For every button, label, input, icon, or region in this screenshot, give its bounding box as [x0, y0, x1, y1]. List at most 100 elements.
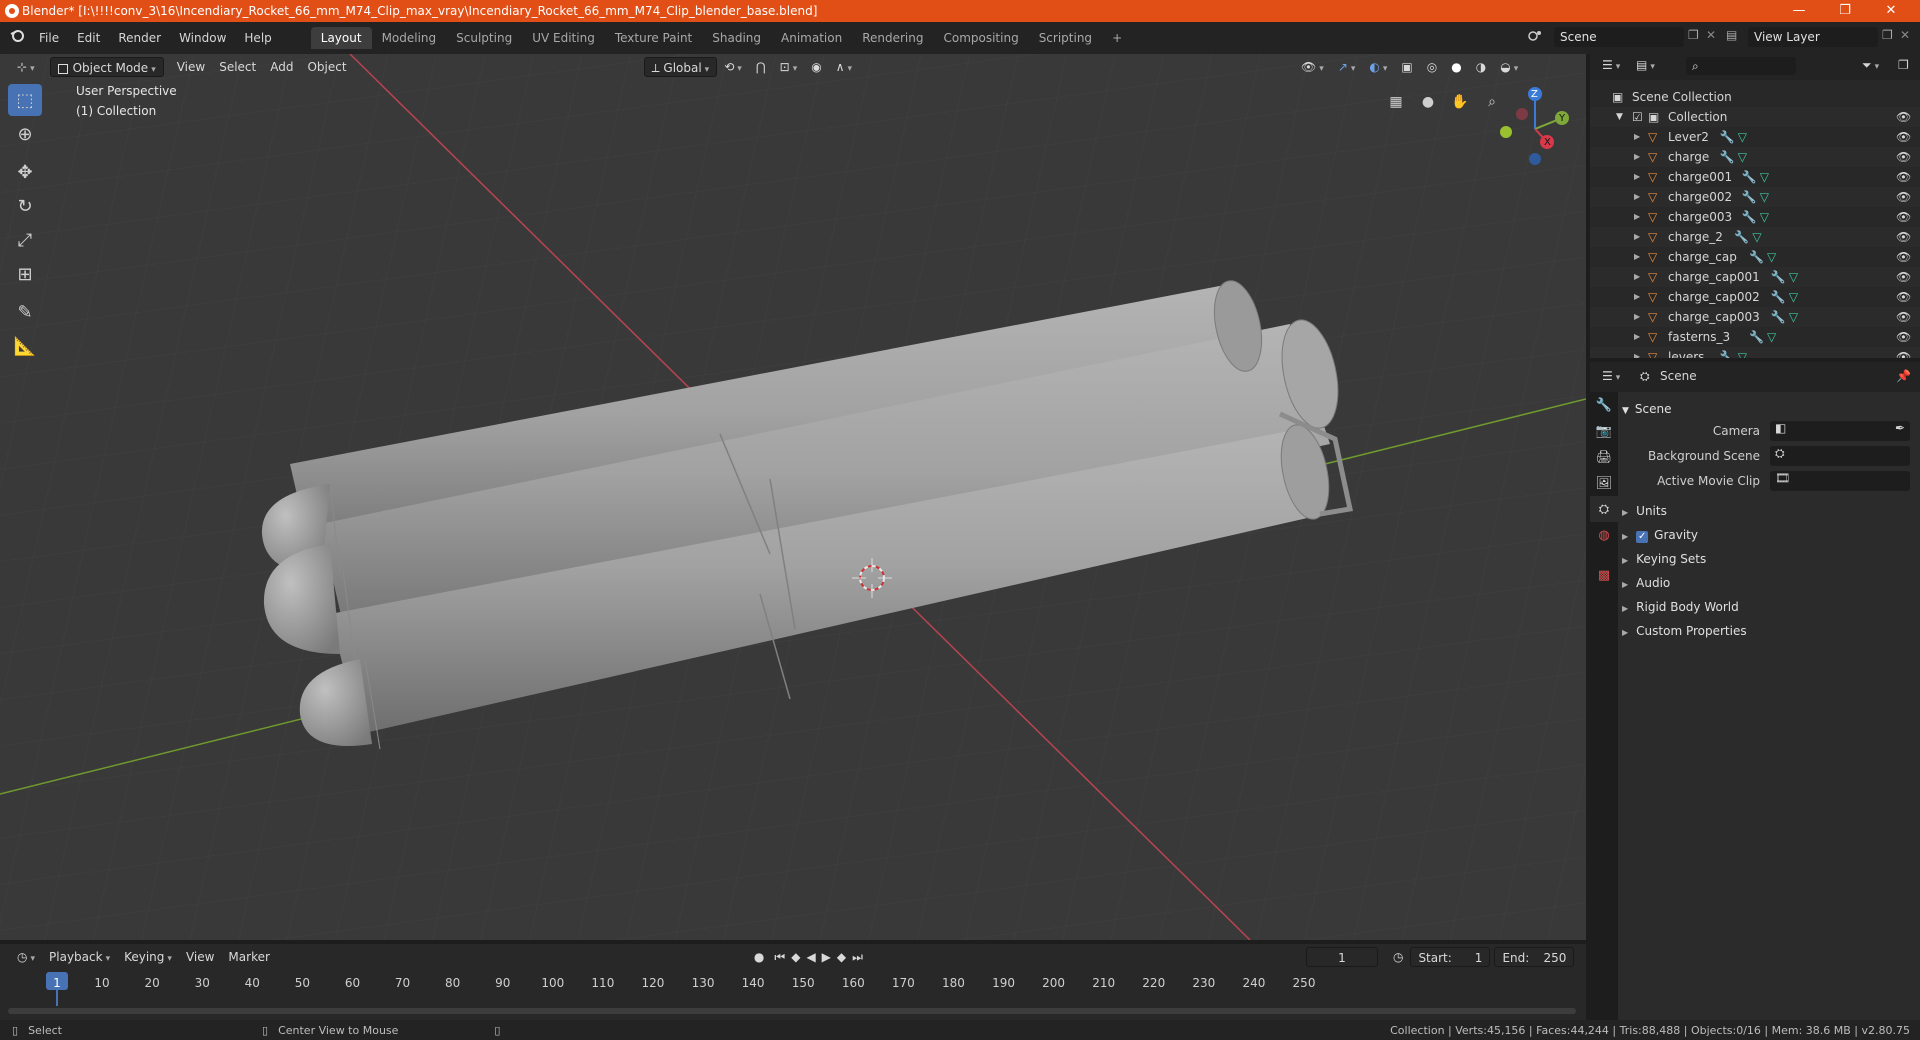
expand-arrow-icon[interactable]: ▶	[1634, 147, 1640, 167]
property-section[interactable]: ▶ Keying Sets	[1622, 548, 1918, 570]
modifier-wrench-icon[interactable]: 🔧	[1771, 267, 1786, 287]
modifier-wrench-icon[interactable]: 🔧	[1771, 287, 1786, 307]
gizmo-toggle-icon[interactable]: ↗ ▾	[1331, 57, 1363, 77]
background-scene-field[interactable]: ⛭	[1770, 446, 1910, 466]
gravity-checkbox[interactable]: ✓	[1636, 531, 1649, 543]
tab-rendering[interactable]: Rendering	[852, 27, 933, 49]
visibility-eye-icon[interactable]: 👁	[1896, 167, 1911, 187]
pan-hand-icon[interactable]: ✋	[1448, 90, 1472, 114]
property-section[interactable]: ▶ Units	[1622, 500, 1918, 522]
play-reverse-icon[interactable]: ◀	[803, 947, 818, 967]
visibility-eye-icon[interactable]: 👁	[1896, 227, 1911, 247]
modifier-wrench-icon[interactable]: 🔧	[1734, 227, 1749, 247]
view-layer-properties-tab-icon[interactable]: 🖼	[1590, 470, 1618, 496]
tab-animation[interactable]: Animation	[771, 27, 852, 49]
tab-layout[interactable]: Layout	[310, 27, 372, 49]
tab-uv-editing[interactable]: UV Editing	[522, 27, 605, 49]
scene-field[interactable]: Scene	[1554, 27, 1684, 47]
eyedropper-icon[interactable]: ✒	[1895, 421, 1905, 435]
expand-arrow-icon[interactable]: ▶	[1634, 307, 1640, 327]
close-button[interactable]: ✕	[1868, 0, 1914, 22]
move-tool-icon[interactable]: ✥	[8, 156, 42, 188]
tab-shading[interactable]: Shading	[702, 27, 771, 49]
modifier-wrench-icon[interactable]: 🔧	[1720, 127, 1735, 147]
camera-view-icon[interactable]: ●	[1416, 90, 1440, 114]
material-shading-icon[interactable]: ◑	[1469, 57, 1493, 77]
tab-scripting[interactable]: Scripting	[1029, 27, 1102, 49]
menu-file[interactable]: File	[30, 27, 68, 49]
properties-editor-type-icon[interactable]: ☰ ▾	[1602, 369, 1620, 383]
mesh-data-icon[interactable]: ▽	[1789, 307, 1798, 327]
menu-help[interactable]: Help	[235, 27, 280, 49]
active-movie-clip-field[interactable]: 🎞	[1770, 471, 1910, 491]
visibility-eye-icon[interactable]: 👁	[1896, 287, 1911, 307]
mesh-data-icon[interactable]: ▽	[1789, 267, 1798, 287]
select-box-tool-icon[interactable]: ⬚	[8, 84, 42, 116]
visibility-eye-icon[interactable]: 👁	[1896, 207, 1911, 227]
tool-properties-tab-icon[interactable]: 🔧	[1590, 392, 1618, 418]
outliner-item[interactable]: ▶ ▽ Lever2 🔧 ▽ 👁	[1590, 127, 1920, 147]
tab-texture-paint[interactable]: Texture Paint	[605, 27, 702, 49]
property-section[interactable]: ▶ ✓ Gravity	[1622, 524, 1918, 546]
proportional-edit-icon[interactable]: ◉	[804, 57, 828, 77]
pin-icon[interactable]: 📌	[1896, 369, 1911, 383]
visibility-eye-icon[interactable]: 👁	[1896, 347, 1911, 358]
wireframe-shading-icon[interactable]: ◎	[1420, 57, 1444, 77]
tab-modeling[interactable]: Modeling	[372, 27, 447, 49]
start-frame-field[interactable]: Start: 1	[1410, 947, 1491, 967]
outliner-item[interactable]: ▶ ▽ levers 🔧 ▽ 👁	[1590, 347, 1920, 358]
prev-keyframe-icon[interactable]: ◆	[788, 947, 803, 967]
measure-tool-icon[interactable]: 📐	[8, 330, 42, 362]
outliner-item[interactable]: ▶ ▽ charge001 🔧 ▽ 👁	[1590, 167, 1920, 187]
xray-icon[interactable]: ▣	[1394, 57, 1419, 77]
modifier-wrench-icon[interactable]: 🔧	[1742, 167, 1757, 187]
minimize-button[interactable]: —	[1776, 0, 1822, 22]
transform-tool-icon[interactable]: ⊞	[8, 258, 42, 290]
viewport-menu-select[interactable]: Select	[212, 57, 263, 77]
mesh-data-icon[interactable]: ▽	[1760, 207, 1769, 227]
next-keyframe-icon[interactable]: ◆	[834, 947, 849, 967]
transform-orientation-dropdown[interactable]: ⟂ Global ▾	[643, 57, 718, 77]
mode-selector[interactable]: Object Mode ▾	[49, 57, 164, 77]
expand-arrow-icon[interactable]: ▶	[1634, 347, 1640, 358]
outliner-item[interactable]: ▶ ▽ charge_cap002 🔧 ▽ 👁	[1590, 287, 1920, 307]
expand-arrow-icon[interactable]: ▶	[1634, 287, 1640, 307]
blender-menu-icon[interactable]	[0, 27, 30, 49]
modifier-wrench-icon[interactable]: 🔧	[1720, 147, 1735, 167]
expand-arrow-icon[interactable]: ▶	[1634, 207, 1640, 227]
visibility-icon[interactable]: 👁 ▾	[1294, 57, 1331, 77]
outliner-item[interactable]: ▶ ▽ fasterns_3 🔧 ▽ 👁	[1590, 327, 1920, 347]
scene-selector-icon[interactable]	[1526, 27, 1546, 47]
visibility-eye-icon[interactable]: 👁	[1896, 307, 1911, 327]
outliner-item[interactable]: ▶ ▽ charge_cap 🔧 ▽ 👁	[1590, 247, 1920, 267]
outliner-item[interactable]: ▶ ▽ charge003 🔧 ▽ 👁	[1590, 207, 1920, 227]
expand-arrow-icon[interactable]: ▶	[1634, 227, 1640, 247]
viewport-menu-view[interactable]: View	[170, 57, 212, 77]
menu-edit[interactable]: Edit	[68, 27, 109, 49]
property-section[interactable]: ▶ Rigid Body World	[1622, 596, 1918, 618]
menu-window[interactable]: Window	[170, 27, 235, 49]
rendered-shading-icon[interactable]: ◒ ▾	[1493, 57, 1525, 77]
world-properties-tab-icon[interactable]: ◍	[1590, 522, 1618, 548]
texture-properties-tab-icon[interactable]: ▩	[1590, 562, 1618, 588]
modifier-wrench-icon[interactable]: 🔧	[1749, 327, 1764, 347]
outliner-item[interactable]: ▶ ▽ charge_2 🔧 ▽ 👁	[1590, 227, 1920, 247]
timeline-editor-type-icon[interactable]: ◷ ▾	[10, 947, 42, 967]
outliner-item[interactable]: ▶ ▽ charge_cap003 🔧 ▽ 👁	[1590, 307, 1920, 327]
expand-arrow-icon[interactable]: ▶	[1634, 327, 1640, 347]
scale-tool-icon[interactable]: ⤢	[8, 224, 42, 256]
annotate-tool-icon[interactable]: ✎	[8, 296, 42, 328]
add-workspace-button[interactable]: +	[1102, 27, 1132, 49]
viewport-menu-add[interactable]: Add	[263, 57, 300, 77]
expand-arrow-icon[interactable]: ▶	[1634, 267, 1640, 287]
cursor-tool-icon[interactable]: ⊕	[8, 118, 42, 150]
camera-field[interactable]: ◧ ✒	[1770, 421, 1910, 441]
expand-arrow-icon[interactable]: ▶	[1634, 187, 1640, 207]
snap-target-icon[interactable]: ⊡ ▾	[773, 57, 805, 77]
modifier-wrench-icon[interactable]: 🔧	[1720, 347, 1735, 358]
mesh-data-icon[interactable]: ▽	[1767, 247, 1776, 267]
expand-arrow-icon[interactable]: ▶	[1634, 167, 1640, 187]
modifier-wrench-icon[interactable]: 🔧	[1742, 187, 1757, 207]
record-icon[interactable]: ●	[747, 947, 771, 967]
pivot-point-icon[interactable]: ⟲ ▾	[717, 57, 749, 77]
